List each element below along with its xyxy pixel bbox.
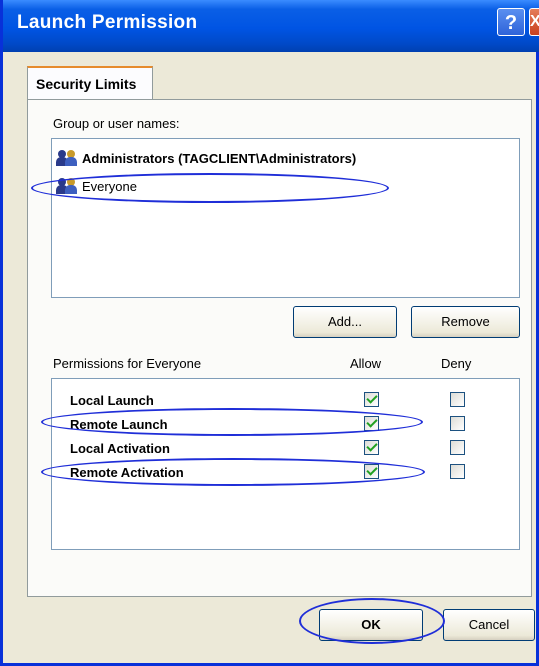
allow-column-header: Allow — [350, 356, 382, 371]
tab-security-limits[interactable]: Security Limits — [27, 66, 153, 100]
window-title: Launch Permission — [17, 12, 198, 33]
add-button[interactable]: Add... — [293, 306, 397, 338]
permission-local-activation-label: Local Activation — [70, 441, 170, 456]
permission-local-launch-label: Local Launch — [70, 393, 154, 408]
local-activation-allow-checkbox[interactable] — [364, 440, 379, 455]
remote-activation-allow-checkbox[interactable] — [364, 464, 379, 479]
launch-permission-dialog: Launch Permission ? X Security Limits Gr… — [0, 0, 539, 666]
help-button[interactable]: ? — [497, 8, 525, 36]
group-user-list[interactable]: Administrators (TAGCLIENT\Administrators… — [51, 138, 520, 298]
permission-remote-activation-label: Remote Activation — [70, 465, 184, 480]
title-bar[interactable]: Launch Permission ? X — [3, 0, 539, 52]
deny-column-header: Deny — [441, 356, 472, 371]
remote-launch-deny-checkbox[interactable] — [450, 416, 465, 431]
group-names-label: Group or user names: — [53, 116, 180, 131]
list-item-label: Administrators (TAGCLIENT\Administrators… — [82, 150, 357, 166]
list-item-label: Everyone — [82, 178, 137, 194]
close-button[interactable]: X — [529, 8, 539, 36]
list-item-everyone[interactable]: Everyone — [56, 175, 137, 197]
user-group-icon — [56, 149, 78, 167]
remove-button[interactable]: Remove — [411, 306, 520, 338]
cancel-button[interactable]: Cancel — [443, 609, 535, 641]
local-launch-allow-checkbox[interactable] — [364, 392, 379, 407]
permissions-list: Local Launch Remote Launch Local Activat… — [51, 378, 520, 550]
local-activation-deny-checkbox[interactable] — [450, 440, 465, 455]
user-group-icon — [56, 177, 78, 195]
permissions-label: Permissions for Everyone — [53, 356, 202, 371]
remote-launch-allow-checkbox[interactable] — [364, 416, 379, 431]
local-launch-deny-checkbox[interactable] — [450, 392, 465, 407]
ok-button[interactable]: OK — [319, 609, 423, 641]
permission-remote-launch-label: Remote Launch — [70, 417, 168, 432]
remote-activation-deny-checkbox[interactable] — [450, 464, 465, 479]
list-item-administrators[interactable]: Administrators (TAGCLIENT\Administrators… — [56, 147, 356, 169]
